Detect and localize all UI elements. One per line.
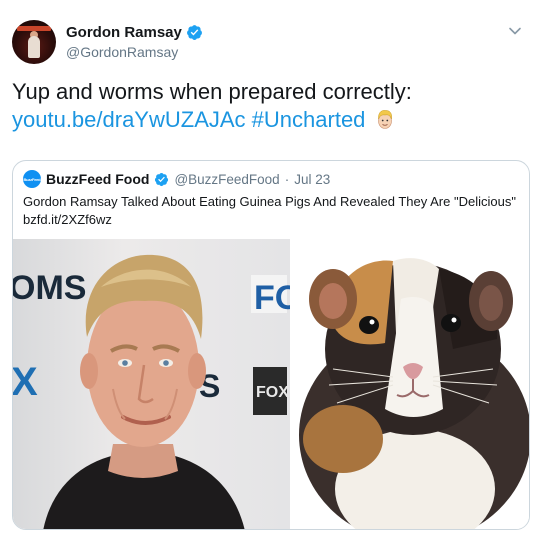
tweet: Gordon Ramsay @GordonRamsay Yup and worm… [0,0,534,550]
quoted-handle[interactable]: @BuzzFeedFood [174,172,279,187]
quoted-media[interactable]: OMS X S FO FOX [13,239,529,529]
quoted-text-line: Gordon Ramsay Talked About Eating Guinea… [23,194,516,209]
svg-text:FOX: FOX [256,384,289,401]
verified-badge-icon [186,25,202,40]
hashtag-link[interactable]: #Uncharted [252,107,366,132]
avatar[interactable] [12,20,56,64]
tweet-text: Yup and worms when prepared correctly: y… [12,78,522,134]
handle[interactable]: @GordonRamsay [66,44,203,60]
tweet-link[interactable]: youtu.be/draYwUZAJAc [12,107,246,132]
quoted-short-link[interactable]: bzfd.it/2XZf6wz [23,211,523,229]
guinea-pig-photo[interactable] [293,239,529,529]
blond-chef-face-emoji-icon [377,110,392,129]
chevron-down-icon[interactable] [508,24,522,38]
quoted-tweet-text: Gordon Ramsay Talked About Eating Guinea… [23,193,523,229]
svg-text:OMS: OMS [13,269,86,307]
quoted-date[interactable]: Jul 23 [294,172,330,187]
svg-text:FO: FO [254,279,290,317]
quoted-display-name[interactable]: BuzzFeed Food [46,171,149,187]
quoted-avatar[interactable]: BuzzFeed [23,170,41,188]
svg-text:X: X [13,360,38,404]
author-block: Gordon Ramsay @GordonRamsay [66,24,203,60]
quoted-tweet-header: BuzzFeed BuzzFeed Food @BuzzFeedFood · J… [23,170,330,188]
quoted-tweet-card[interactable]: BuzzFeed BuzzFeed Food @BuzzFeedFood · J… [12,160,530,530]
display-name[interactable]: Gordon Ramsay [66,24,182,41]
tweet-text-line: Yup and worms when prepared correctly: [12,79,412,104]
verified-badge-icon [155,172,169,186]
gordon-ramsay-photo[interactable]: OMS X S FO FOX [13,239,290,529]
meta-separator: · [284,171,290,187]
